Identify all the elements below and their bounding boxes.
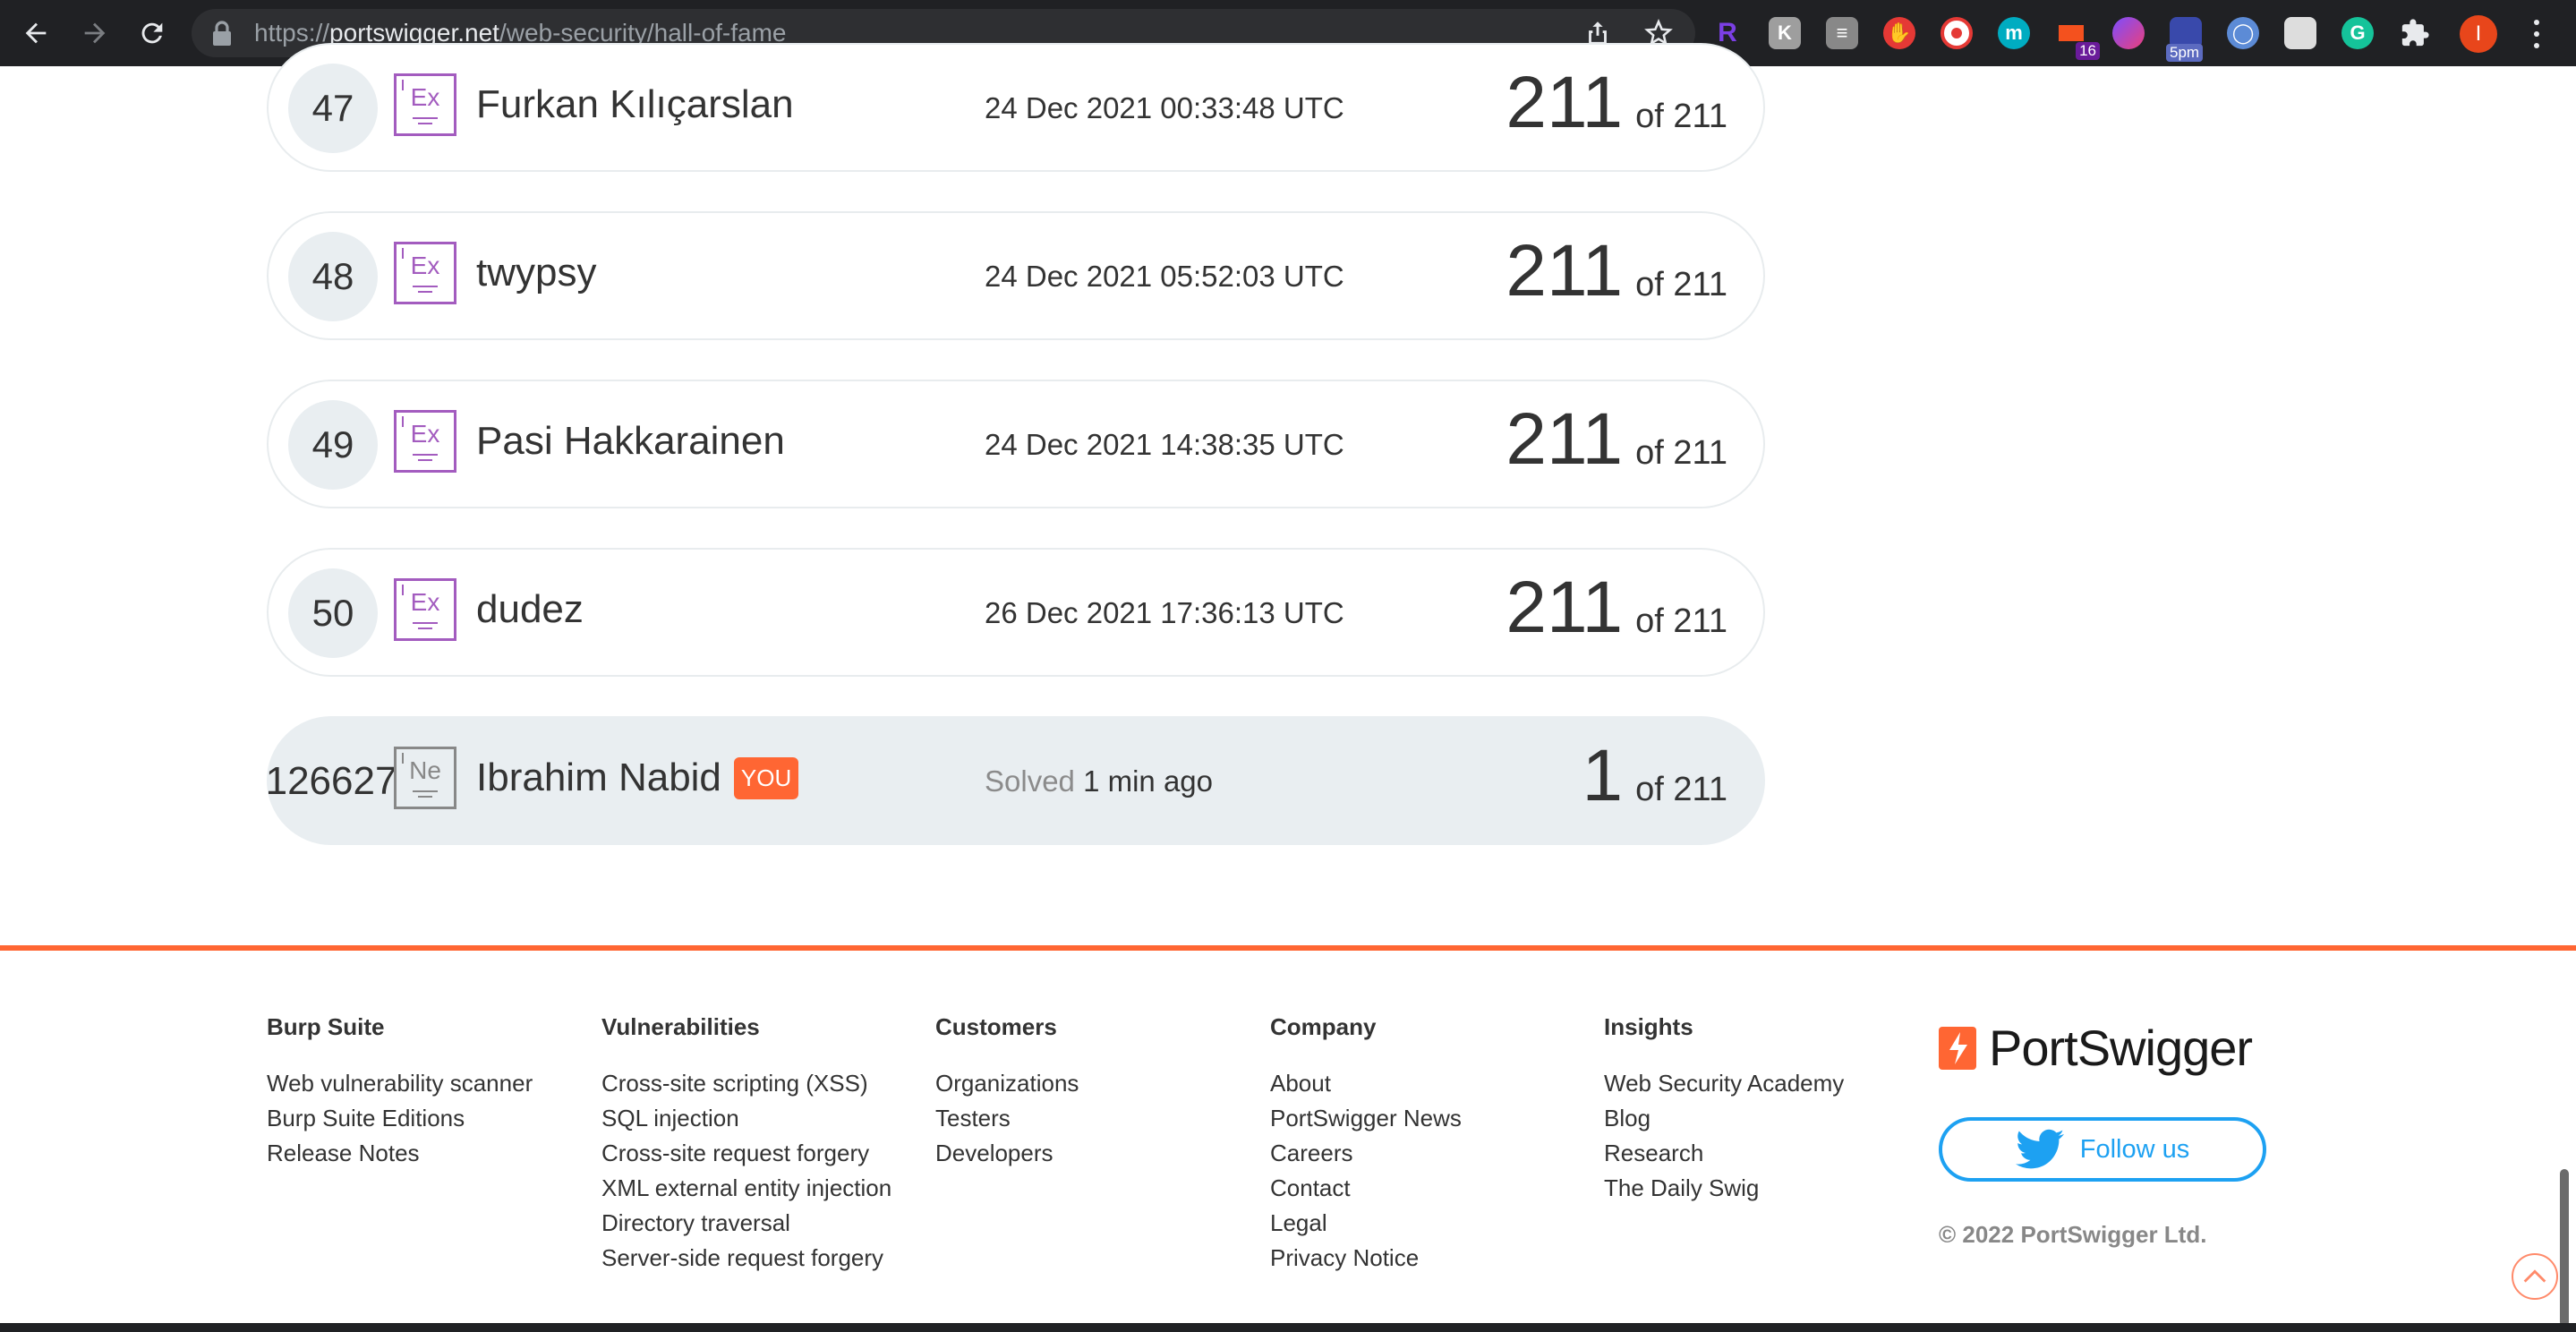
back-arrow-icon [25, 22, 47, 44]
footer-link[interactable]: Careers [1270, 1136, 1462, 1171]
portswigger-bolt-icon [1939, 1026, 1976, 1070]
footer-column-insights: Insights Web Security Academy Blog Resea… [1604, 1013, 1844, 1206]
footer-heading: Burp Suite [267, 1013, 385, 1040]
footer-column-customers: Customers Organizations Testers Develope… [935, 1013, 1079, 1171]
level-badge-icon: Ne [394, 747, 456, 809]
footer-column-burp-suite: Burp Suite Web vulnerability scanner Bur… [267, 1013, 533, 1171]
solved-timestamp: 24 Dec 2021 00:33:48 UTC [985, 91, 1344, 124]
browser-menu-icon[interactable] [2526, 16, 2547, 52]
rank-number: 49 [288, 400, 378, 490]
footer-link[interactable]: Contact [1270, 1171, 1462, 1206]
footer-link[interactable]: Legal [1270, 1206, 1462, 1241]
score: 211 of 211 [1506, 567, 1727, 648]
footer-link[interactable]: Release Notes [267, 1136, 533, 1171]
rank-number: 48 [288, 232, 378, 321]
user-name: dudez [476, 587, 584, 631]
forward-arrow-icon [84, 22, 106, 44]
level-badge-icon: Ex [394, 73, 456, 136]
footer-link[interactable]: Organizations [935, 1066, 1079, 1101]
score: 211 of 211 [1506, 398, 1727, 480]
user-name: Furkan Kılıçarslan [476, 82, 794, 126]
extension-grammarly-icon[interactable]: G [2341, 17, 2374, 49]
footer-link[interactable]: Web vulnerability scanner [267, 1066, 533, 1101]
chevron-up-icon [2523, 1269, 2546, 1283]
score: 211 of 211 [1506, 230, 1727, 312]
forward-button[interactable] [73, 12, 116, 55]
level-badge-icon: Ex [394, 410, 456, 473]
extension-m-icon[interactable]: m [1998, 17, 2030, 49]
solved-timestamp: 24 Dec 2021 14:38:35 UTC [985, 428, 1344, 461]
footer-link[interactable]: Privacy Notice [1270, 1241, 1462, 1276]
site-footer: Burp Suite Web vulnerability scanner Bur… [0, 945, 2576, 1332]
footer-link[interactable]: Developers [935, 1136, 1079, 1171]
reload-icon [141, 22, 163, 44]
profile-avatar[interactable]: I [2460, 15, 2497, 53]
footer-link[interactable]: Web Security Academy [1604, 1066, 1844, 1101]
footer-link[interactable]: XML external entity injection [601, 1171, 891, 1206]
rank-number: 50 [288, 568, 378, 658]
footer-link[interactable]: Cross-site request forgery [601, 1136, 891, 1171]
extension-circle-icon[interactable] [2112, 17, 2145, 49]
user-name: Ibrahim Nabid YOU [476, 756, 799, 800]
level-badge-icon: Ex [394, 578, 456, 641]
user-name: twypsy [476, 251, 597, 295]
back-to-top-button[interactable] [2512, 1253, 2558, 1300]
current-user-row: 126627 Ne Ibrahim Nabid YOU Solved 1 min … [265, 716, 1765, 845]
extension-record-icon[interactable] [1941, 17, 1973, 49]
leaderboard-row: 48 Ex twypsy 24 Dec 2021 05:52:03 UTC 21… [267, 211, 1765, 340]
rank-number: 47 [288, 64, 378, 153]
footer-heading: Vulnerabilities [601, 1013, 760, 1040]
extension-notes-icon[interactable]: ≡ [1826, 17, 1858, 49]
follow-us-button[interactable]: Follow us [1939, 1117, 2266, 1182]
score: 211 of 211 [1506, 62, 1727, 143]
footer-column-company: Company About PortSwigger News Careers C… [1270, 1013, 1462, 1276]
footer-link[interactable]: The Daily Swig [1604, 1171, 1844, 1206]
user-name: Pasi Hakkarainen [476, 419, 785, 463]
footer-link[interactable]: Blog [1604, 1101, 1844, 1136]
extensions-bar: R K ≡ ✋ m 16 5pm ◯ G [1711, 13, 2431, 62]
copyright: © 2022 PortSwigger Ltd. [1939, 1221, 2207, 1248]
solved-timestamp: 26 Dec 2021 17:36:13 UTC [985, 596, 1344, 629]
extension-clock-icon[interactable]: 5pm [2166, 17, 2204, 62]
extensions-puzzle-icon[interactable] [2399, 17, 2431, 49]
level-badge-icon: Ex [394, 242, 456, 304]
window-bottom-edge [0, 1323, 2576, 1332]
footer-link[interactable]: Directory traversal [601, 1206, 891, 1241]
back-button[interactable] [14, 12, 57, 55]
footer-link[interactable]: Server-side request forgery [601, 1241, 891, 1276]
leaderboard-row: 49 Ex Pasi Hakkarainen 24 Dec 2021 14:38… [267, 380, 1765, 508]
footer-column-vulnerabilities: Vulnerabilities Cross-site scripting (XS… [601, 1013, 891, 1276]
footer-link[interactable]: Research [1604, 1136, 1844, 1171]
footer-heading: Insights [1604, 1013, 1693, 1040]
extension-drop-icon[interactable]: ◯ [2227, 17, 2259, 49]
extension-k-icon[interactable]: K [1769, 17, 1801, 49]
footer-link[interactable]: SQL injection [601, 1101, 891, 1136]
solved-timestamp: 24 Dec 2021 05:52:03 UTC [985, 260, 1344, 293]
extension-page-icon[interactable] [2284, 17, 2316, 49]
footer-link[interactable]: Testers [935, 1101, 1079, 1136]
reload-button[interactable] [131, 12, 174, 55]
footer-link[interactable]: Cross-site scripting (XSS) [601, 1066, 891, 1101]
you-badge: YOU [733, 756, 799, 799]
twitter-bird-icon [2015, 1129, 2064, 1169]
footer-heading: Customers [935, 1013, 1057, 1040]
rank-number: 126627 [265, 759, 397, 803]
extension-stop-icon[interactable]: ✋ [1883, 17, 1915, 49]
lock-icon [213, 21, 231, 46]
footer-heading: Company [1270, 1013, 1377, 1040]
leaderboard-row: 50 Ex dudez 26 Dec 2021 17:36:13 UTC 211… [267, 548, 1765, 677]
extension-flag-icon[interactable]: 16 [2055, 17, 2100, 60]
leaderboard-row: 47 Ex Furkan Kılıçarslan 24 Dec 2021 00:… [267, 43, 1765, 172]
score: 1 of 211 [1582, 735, 1727, 816]
portswigger-logo[interactable]: PortSwigger [1939, 1019, 2253, 1077]
footer-link[interactable]: Burp Suite Editions [267, 1101, 533, 1136]
page-scrollbar-thumb[interactable] [2560, 1169, 2569, 1327]
solved-timestamp: Solved 1 min ago [985, 764, 1214, 798]
footer-link[interactable]: About [1270, 1066, 1462, 1101]
footer-link[interactable]: PortSwigger News [1270, 1101, 1462, 1136]
